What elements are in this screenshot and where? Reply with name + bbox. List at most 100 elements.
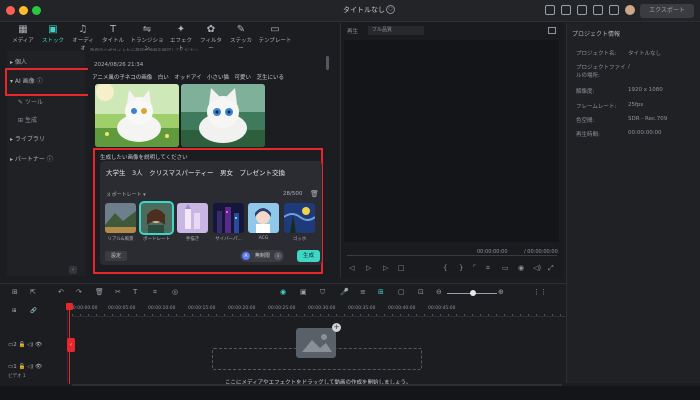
- preview-scrubber[interactable]: [347, 255, 557, 256]
- style-card-realistic[interactable]: [105, 203, 136, 233]
- zoom-in-icon[interactable]: ⊕: [498, 288, 504, 296]
- next-frame-icon[interactable]: ▷: [383, 264, 388, 272]
- select-tool-icon[interactable]: ⇱: [30, 288, 36, 296]
- playhead-handle[interactable]: [66, 303, 73, 310]
- project-info-title: プロジェクト情報: [572, 31, 621, 38]
- tab-title[interactable]: T タイトル: [100, 22, 126, 48]
- style-card-cyberpunk[interactable]: [213, 203, 244, 233]
- volume-icon[interactable]: ◁): [533, 264, 541, 272]
- zoom-out-icon[interactable]: ⊖: [436, 288, 442, 296]
- style-card-gogh[interactable]: [284, 203, 315, 233]
- tab-transition[interactable]: ⇋ トランジション: [130, 22, 164, 52]
- audio-icon: ♫: [78, 24, 88, 35]
- style-name-gogh: ゴッホ: [292, 237, 307, 242]
- collapse-sidebar-button[interactable]: ‹: [69, 266, 77, 274]
- text-tool-icon[interactable]: T: [133, 288, 137, 296]
- project-status-icon: ○: [386, 5, 395, 14]
- add-track-icon[interactable]: ⊞: [12, 308, 17, 314]
- info-value-name: タイトルなし: [628, 51, 662, 57]
- auto-ripple-icon[interactable]: ◉: [280, 288, 286, 296]
- tab-audio[interactable]: ♫ オーディオ: [70, 22, 96, 52]
- grid-view-icon[interactable]: ⋮⋮: [533, 288, 547, 296]
- cut-icon[interactable]: ✂: [115, 288, 121, 296]
- tab-media[interactable]: ▦ メディア: [10, 22, 36, 48]
- tab-effect[interactable]: ✦ エフェクト: [168, 22, 194, 52]
- generated-image-2[interactable]: [181, 84, 265, 147]
- tab-filter[interactable]: ✿ フィルター: [198, 22, 224, 52]
- camera-icon[interactable]: ◉: [518, 264, 524, 272]
- sidebar-item-library[interactable]: ▸ ライブラリ: [10, 134, 45, 143]
- info-value-framerate: 25fps: [628, 102, 644, 108]
- settings-button[interactable]: 設定: [105, 251, 127, 261]
- style-dropdown[interactable]: ⤨ ポートレート ▾: [106, 191, 146, 198]
- track-edge-handle[interactable]: ‹: [67, 338, 75, 352]
- zoom-window-button[interactable]: [32, 6, 41, 15]
- layout-grid-icon[interactable]: ⊞: [12, 288, 18, 296]
- audio-mix-icon[interactable]: ≡: [360, 288, 366, 296]
- speed-icon[interactable]: ◎: [172, 288, 178, 296]
- ruler-label: 00:00:05:00: [108, 306, 136, 311]
- tab-sticker[interactable]: ✎ ステッカー: [228, 22, 254, 52]
- trash-icon[interactable]: 🗑: [310, 190, 319, 198]
- quality-dropdown[interactable]: フル品質: [368, 26, 424, 35]
- stop-icon[interactable]: □: [398, 264, 405, 272]
- play-icon[interactable]: ▷: [366, 264, 371, 272]
- ai-image-highlight: [5, 68, 91, 96]
- redo-icon[interactable]: ↷: [76, 288, 82, 296]
- shield-icon[interactable]: ⛉: [320, 288, 325, 297]
- previous-frame-icon[interactable]: ◁: [349, 264, 354, 272]
- info-value-location: /: [628, 64, 630, 70]
- style-card-acg[interactable]: [248, 203, 279, 233]
- cat-image-1: [95, 84, 179, 147]
- monitor-icon[interactable]: [561, 5, 571, 15]
- media-scrollbar[interactable]: [326, 56, 329, 70]
- cloud-upload-icon[interactable]: [577, 5, 587, 15]
- style-card-portrait[interactable]: [139, 201, 174, 235]
- avatar[interactable]: [625, 5, 635, 15]
- download-icon[interactable]: [609, 5, 619, 15]
- snap-icon[interactable]: ⊞: [378, 288, 384, 296]
- prompt-input[interactable]: 大学生 3人 クリスマスパーティー 男女 プレゼント交換: [106, 167, 285, 177]
- minimize-window-button[interactable]: [19, 6, 28, 15]
- tab-stock[interactable]: ▣ ストック: [40, 22, 66, 48]
- tab-template[interactable]: ▭ テンプレート: [258, 22, 292, 48]
- mark-in-icon[interactable]: {: [443, 264, 447, 272]
- sidebar-item-generate[interactable]: ⊞ 生成: [18, 115, 37, 124]
- render-icon[interactable]: ▣: [300, 288, 307, 296]
- sticker-icon: ✎: [236, 24, 246, 35]
- generation-prompt: アニメ風の子ネコの画像 白い オッドアイ 小さい猫 可愛い 芝生にいる: [92, 75, 285, 81]
- sidebar-item-partner[interactable]: ▸ パートナー ⓘ: [10, 154, 53, 163]
- headset-icon[interactable]: [593, 5, 603, 15]
- mark-out-icon[interactable]: }: [459, 264, 463, 272]
- zoom-slider-knob[interactable]: [470, 290, 476, 296]
- close-window-button[interactable]: [6, 6, 15, 15]
- sidebar-item-personal[interactable]: ▸ 個人: [10, 57, 27, 66]
- image-icon: [302, 334, 332, 352]
- monitor-icon[interactable]: ▭: [502, 264, 509, 272]
- fullscreen-icon[interactable]: ⤢: [548, 264, 554, 273]
- media-toolbar: ▦ メディア ▣ ストック ♫ オーディオ T タイトル ⇋ トランジション ✦ エフェクト…: [0, 22, 335, 52]
- export-button[interactable]: エクスポート: [640, 4, 694, 18]
- delete-icon[interactable]: 🗑: [95, 288, 104, 296]
- add-media-icon[interactable]: +: [332, 323, 341, 332]
- marker-icon[interactable]: ⊡: [418, 288, 424, 296]
- crop-icon[interactable]: ⌗: [486, 264, 490, 273]
- generated-image-1[interactable]: [95, 84, 179, 147]
- crop-tool-icon[interactable]: ⌗: [153, 288, 157, 297]
- timeline-ruler[interactable]: [72, 314, 566, 317]
- effect-icon: ✦: [176, 24, 186, 35]
- acg-style-image: [248, 203, 279, 233]
- sidebar-item-tool[interactable]: ✎ ツール: [18, 97, 43, 106]
- fit-icon[interactable]: ⌜: [473, 264, 476, 272]
- style-card-handdrawn[interactable]: [177, 203, 208, 233]
- generate-button[interactable]: 生成: [297, 250, 320, 262]
- snapshot-icon[interactable]: [548, 27, 556, 34]
- pip-icon[interactable]: ▢: [398, 288, 405, 296]
- track-header-2[interactable]: ▭2 🔓 ◁) 👁: [8, 342, 42, 348]
- unlimited-button[interactable]: A 無制限 i: [240, 250, 284, 262]
- track-header-1[interactable]: ▭1 🔓 ◁) 👁: [8, 364, 42, 370]
- link-icon[interactable]: 🔗: [30, 308, 37, 314]
- microphone-icon[interactable]: 🎤: [340, 288, 349, 296]
- layout-icon[interactable]: [545, 5, 555, 15]
- undo-icon[interactable]: ↶: [58, 288, 64, 296]
